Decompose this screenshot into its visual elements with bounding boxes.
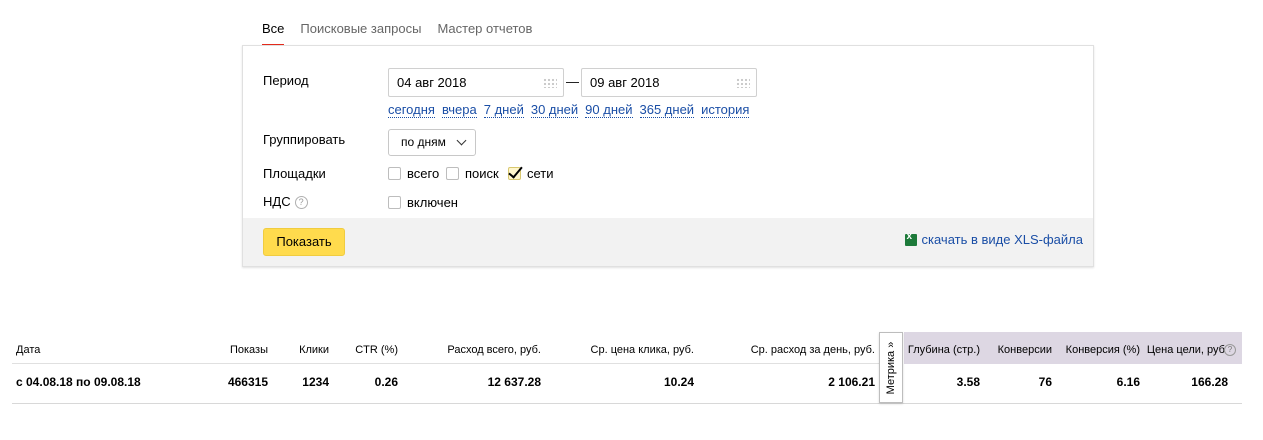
range-30-days-link[interactable]: 30 дней — [530, 102, 579, 118]
stats-table: Дата Показы Клики CTR (%) Расход всего, … — [12, 332, 1242, 404]
download-xls-text[interactable]: скачать в виде XLS-файла — [922, 232, 1084, 247]
cell-goal-cost: 166.28 — [1191, 375, 1228, 389]
quick-range-links: сегодня вчера 7 дней 30 дней 90 дней 365… — [388, 102, 750, 118]
report-tabs: Все Поисковые запросы Мастер отчетов — [262, 20, 532, 46]
cell-date: с 04.08.18 по 09.08.18 — [16, 375, 141, 389]
metrika-tab-label: Метрика » — [885, 341, 897, 394]
excel-file-icon — [904, 231, 917, 246]
vat-label: НДС — [263, 194, 291, 209]
chevron-down-icon — [456, 135, 467, 146]
column-header-clicks: Клики — [299, 344, 329, 356]
vat-included-checkbox[interactable]: включен — [388, 195, 458, 210]
calendar-icon[interactable] — [543, 78, 557, 88]
platform-search-label: поиск — [465, 166, 499, 181]
cell-conversion-rate: 6.16 — [1116, 375, 1140, 389]
cell-avg-cpc: 10.24 — [663, 375, 694, 389]
cell-depth: 3.58 — [956, 375, 980, 389]
range-today-link[interactable]: сегодня — [388, 102, 435, 118]
date-to-input[interactable]: 09 авг 2018 — [581, 68, 757, 97]
column-header-conversion-rate: Конверсия (%) — [1065, 344, 1140, 356]
date-from-value: 04 авг 2018 — [397, 75, 467, 90]
tab-all[interactable]: Все — [262, 20, 285, 46]
vat-included-label: включен — [407, 195, 458, 210]
checkbox-checked-icon[interactable] — [508, 167, 521, 180]
metrika-toggle-tab[interactable]: Метрика » — [879, 332, 903, 403]
help-icon[interactable]: ? — [1224, 344, 1236, 356]
header-divider — [12, 363, 880, 364]
platforms-label: Площадки — [263, 166, 326, 181]
column-header-depth: Глубина (стр.) — [907, 344, 980, 356]
date-range-dash: — — [566, 74, 579, 89]
platform-all-checkbox[interactable]: всего — [388, 166, 439, 181]
column-header-avg-daily-spend: Ср. расход за день, руб. — [750, 344, 875, 356]
column-header-impressions: Показы — [229, 344, 268, 356]
range-365-days-link[interactable]: 365 дней — [639, 102, 695, 118]
cell-total-spend: 12 637.28 — [487, 375, 541, 389]
range-7-days-link[interactable]: 7 дней — [483, 102, 524, 118]
platform-all-label: всего — [407, 166, 440, 181]
cell-ctr: 0.26 — [374, 375, 398, 389]
panel-footer: Показать скачать в виде XLS-файла — [243, 218, 1093, 266]
range-90-days-link[interactable]: 90 дней — [585, 102, 633, 118]
group-label: Группировать — [263, 132, 346, 147]
tab-search-queries[interactable]: Поисковые запросы — [300, 20, 421, 46]
column-header-total-spend: Расход всего, руб. — [447, 344, 541, 356]
calendar-icon[interactable] — [736, 78, 750, 88]
date-from-input[interactable]: 04 авг 2018 — [388, 68, 564, 97]
column-header-conversions: Конверсии — [997, 344, 1052, 356]
date-to-value: 09 авг 2018 — [590, 75, 660, 90]
platform-networks-checkbox[interactable]: сети — [508, 166, 554, 181]
vat-label-row: НДС? — [263, 194, 308, 209]
checkbox-icon[interactable] — [388, 196, 401, 209]
checkbox-icon[interactable] — [388, 167, 401, 180]
download-xls-link[interactable]: скачать в виде XLS-файла — [904, 231, 1084, 247]
help-icon[interactable]: ? — [294, 196, 308, 209]
cell-avg-daily-spend: 2 106.21 — [828, 375, 875, 389]
range-yesterday-link[interactable]: вчера — [441, 102, 477, 118]
group-select-value: по дням — [401, 135, 446, 149]
tab-report-wizard[interactable]: Мастер отчетов — [437, 20, 532, 46]
platform-networks-label: сети — [527, 166, 554, 181]
period-label: Период — [263, 73, 309, 88]
range-history-link[interactable]: история — [701, 102, 750, 118]
column-header-avg-cpc: Ср. цена клика, руб. — [590, 344, 694, 356]
cell-impressions: 466315 — [227, 375, 268, 389]
group-select[interactable]: по дням — [388, 129, 476, 156]
table-bottom-border — [12, 403, 1242, 404]
platform-search-checkbox[interactable]: поиск — [446, 166, 499, 181]
cell-clicks: 1234 — [302, 375, 329, 389]
checkbox-icon[interactable] — [446, 167, 459, 180]
cell-conversions: 76 — [1038, 375, 1052, 389]
show-button[interactable]: Показать — [263, 228, 345, 256]
column-header-date: Дата — [16, 344, 41, 356]
filter-panel: Период 04 авг 2018 — 09 авг 2018 сегодня… — [242, 45, 1094, 267]
column-header-goal-cost: Цена цели, руб. — [1146, 344, 1228, 356]
column-header-ctr: CTR (%) — [355, 344, 398, 356]
